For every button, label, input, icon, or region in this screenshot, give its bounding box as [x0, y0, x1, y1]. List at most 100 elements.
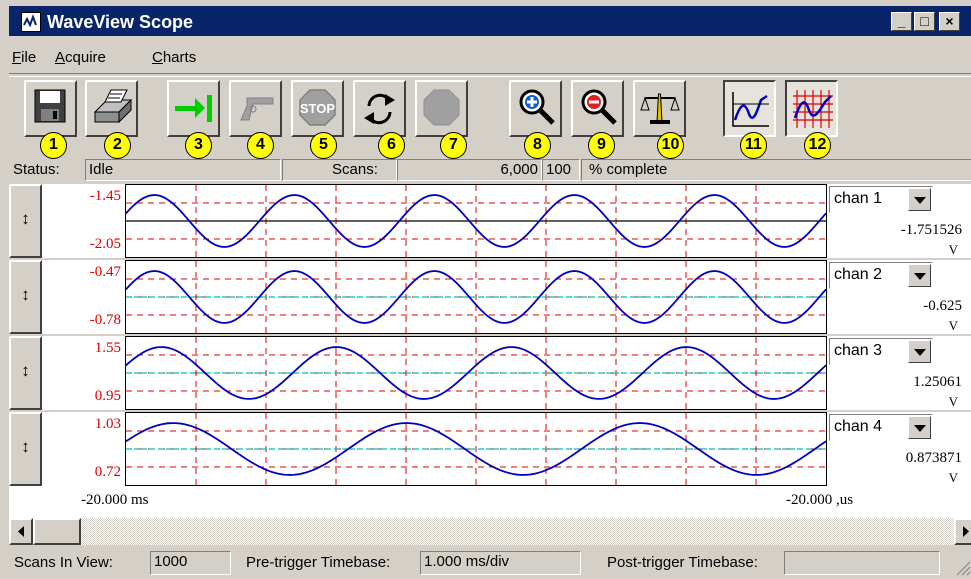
scans-in-view-label: Scans In View:	[14, 554, 113, 571]
channel-1-select-value: chan 1	[834, 190, 883, 207]
app-icon[interactable]	[21, 12, 41, 32]
print-button[interactable]	[85, 80, 138, 137]
channel-4-ymax: 1.03	[94, 416, 121, 432]
halt-button[interactable]	[415, 80, 468, 137]
horizontal-scrollbar[interactable]	[9, 518, 971, 545]
callout-badge-2: 2	[104, 132, 131, 159]
channel-3-y-axis: 1.55 0.95	[42, 336, 125, 410]
channel-4-unit: V	[948, 470, 958, 485]
post-trigger-label: Post-trigger Timebase:	[607, 554, 758, 571]
close-button[interactable]: ×	[939, 12, 960, 31]
channel-4-scale-button[interactable]: ↕	[9, 412, 42, 486]
zoom-in-icon	[519, 89, 555, 125]
status-label: Status:	[13, 161, 60, 178]
channel-3-ymax: 1.55	[94, 340, 121, 356]
title-bar[interactable]: WaveView Scope _ □ ×	[9, 6, 971, 36]
channel-2-scale-button[interactable]: ↕	[9, 260, 42, 334]
arrow-left-icon	[18, 526, 24, 537]
callout-badge-9: 9	[588, 132, 615, 159]
scale-balance-icon	[640, 93, 680, 124]
updown-arrow-icon: ↕	[21, 285, 30, 304]
svg-text:STOP: STOP	[300, 101, 335, 116]
channel-3-panel: chan 3 1.25061 V	[827, 336, 971, 410]
menu-acquire[interactable]: Acquire	[55, 49, 106, 66]
channel-2-unit: V	[948, 318, 958, 333]
channel-1-plot[interactable]	[125, 184, 827, 258]
callout-badge-7: 7	[440, 132, 467, 159]
arm-trigger-arrow-icon	[175, 95, 212, 122]
channel-2-select-value: chan 2	[834, 266, 883, 283]
channel-4-panel: chan 4 0.873871 V	[827, 412, 971, 486]
trigger-button[interactable]	[229, 80, 282, 137]
channel-3-plot[interactable]	[125, 336, 827, 410]
maximize-button[interactable]: □	[914, 12, 935, 31]
scale-button[interactable]	[633, 80, 686, 137]
channel-4-ymin: 0.72	[94, 464, 121, 480]
percent-value-field: 100	[542, 159, 580, 181]
chevron-down-icon[interactable]	[908, 188, 931, 211]
updown-arrow-icon: ↕	[21, 209, 30, 228]
trigger-gun-icon	[240, 97, 274, 121]
channel-3-select-value: chan 3	[834, 342, 883, 359]
zoom-out-button[interactable]	[571, 80, 624, 137]
status-value-field: Idle	[85, 159, 281, 181]
channel-3-select[interactable]: chan 3	[829, 338, 933, 365]
cycle-arrows-icon	[364, 93, 395, 125]
post-trigger-value	[784, 551, 940, 575]
channel-2-plot[interactable]	[125, 260, 827, 334]
chevron-down-icon[interactable]	[908, 340, 931, 363]
scroll-thumb[interactable]	[33, 518, 81, 545]
channel-2-select[interactable]: chan 2	[829, 262, 933, 289]
menu-file[interactable]: File	[12, 49, 36, 66]
channel-4-select[interactable]: chan 4	[829, 414, 933, 441]
callout-badge-10: 10	[657, 132, 684, 159]
callout-badge-4: 4	[247, 132, 274, 159]
scans-label: Scans:	[332, 161, 378, 178]
resize-grip-icon[interactable]	[953, 558, 971, 576]
updown-arrow-icon: ↕	[21, 437, 30, 456]
arrow-right-icon	[963, 526, 969, 537]
callout-badge-5: 5	[310, 132, 337, 159]
single-chart-button[interactable]	[723, 80, 776, 137]
channel-1-value: -1.751526	[900, 222, 962, 238]
toolbar-separator	[9, 73, 971, 77]
channel-row-1: ↕ -1.45 -2.05 chan 1 -1.751526 V	[9, 184, 971, 260]
multi-chart-grid-icon	[793, 90, 833, 128]
channel-3-ymin: 0.95	[94, 388, 121, 404]
channel-2-ymin: -0.78	[89, 312, 121, 328]
percent-complete-label: % complete	[581, 159, 971, 181]
chevron-down-icon[interactable]	[908, 264, 931, 287]
callout-badge-11: 11	[740, 132, 767, 159]
callout-badge-12: 12	[804, 132, 831, 159]
channel-row-4: ↕ 1.03 0.72 chan 4 0.873871 V	[9, 412, 971, 488]
minimize-button[interactable]: _	[891, 12, 912, 31]
multi-chart-button[interactable]	[785, 80, 838, 137]
updown-arrow-icon: ↕	[21, 361, 30, 380]
time-start-label: -20.000 ms	[81, 492, 149, 508]
channel-1-select[interactable]: chan 1	[829, 186, 933, 213]
zoom-in-button[interactable]	[509, 80, 562, 137]
channel-1-scale-button[interactable]: ↕	[9, 184, 42, 258]
channel-1-ymax: -1.45	[89, 188, 121, 204]
scroll-left-button[interactable]	[9, 518, 33, 545]
menu-bar: File Acquire Charts	[9, 45, 971, 69]
channel-1-panel: chan 1 -1.751526 V	[827, 184, 971, 258]
channel-4-waveform	[126, 413, 827, 485]
channel-3-waveform	[126, 337, 827, 409]
callout-badge-1: 1	[40, 132, 67, 159]
arm-trigger-button[interactable]	[167, 80, 220, 137]
save-disk-icon	[34, 89, 66, 123]
stop-button[interactable]: STOP	[291, 80, 344, 137]
app-window: WaveView Scope _ □ × File Acquire Charts	[0, 0, 971, 579]
scroll-right-button[interactable]	[954, 518, 971, 545]
chevron-down-icon[interactable]	[908, 416, 931, 439]
save-button[interactable]	[24, 80, 77, 137]
menu-charts[interactable]: Charts	[152, 49, 196, 66]
channel-1-y-axis: -1.45 -2.05	[42, 184, 125, 258]
channel-3-value: 1.25061	[913, 374, 962, 390]
cycle-button[interactable]	[353, 80, 406, 137]
channel-3-scale-button[interactable]: ↕	[9, 336, 42, 410]
callout-badge-6: 6	[378, 132, 405, 159]
channel-4-plot[interactable]	[125, 412, 827, 486]
scans-in-view-value: 1000	[150, 551, 231, 575]
